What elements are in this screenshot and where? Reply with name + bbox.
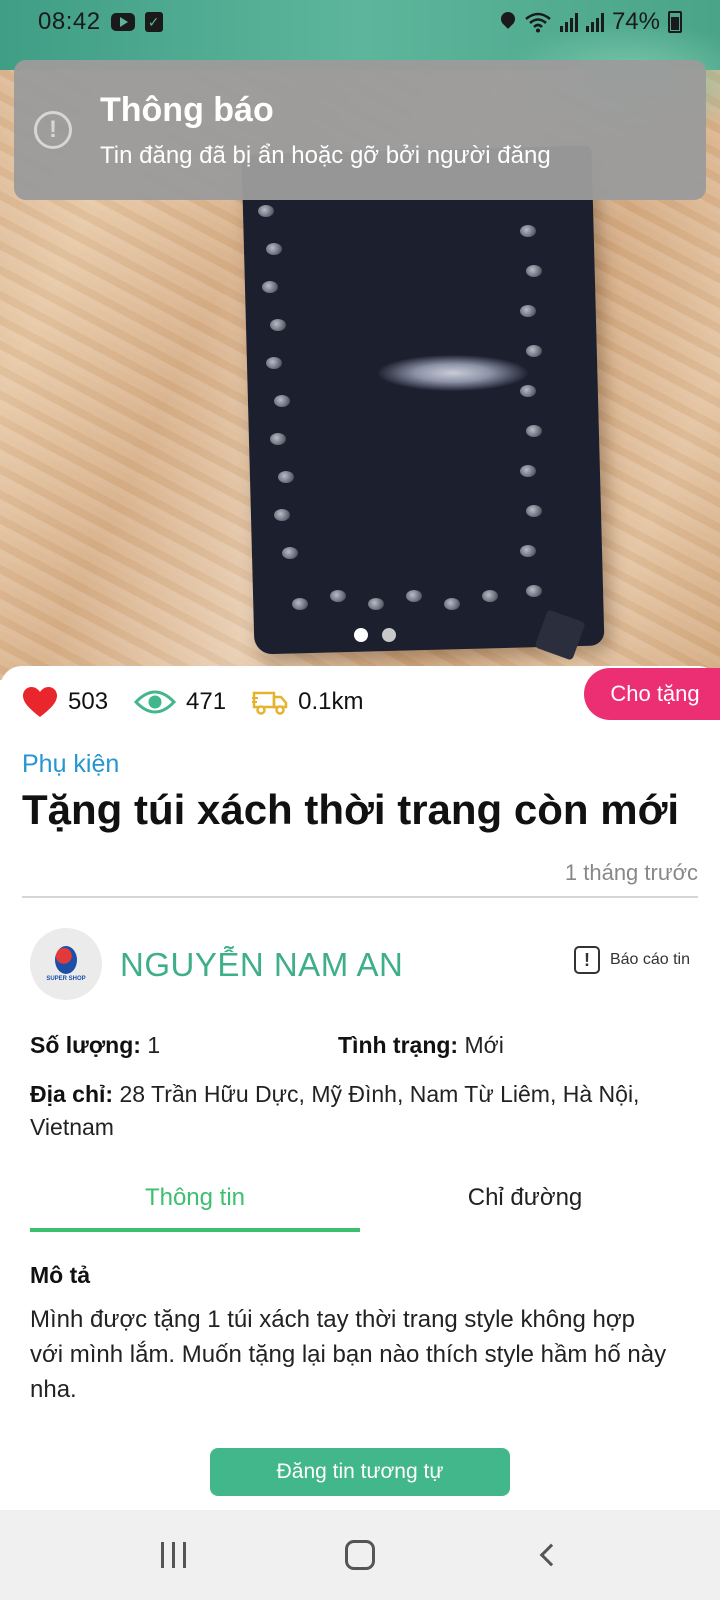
stud-decoration	[526, 265, 542, 277]
stud-decoration	[292, 598, 308, 610]
stud-decoration	[520, 305, 536, 317]
stud-decoration	[520, 225, 536, 237]
status-right: 74%	[500, 8, 682, 36]
system-nav-bar	[0, 1510, 720, 1600]
toast-message: Tin đăng đã bị ẩn hoặc gỡ bởi người đăng	[100, 141, 551, 169]
stud-decoration	[526, 585, 542, 597]
description-heading: Mô tả	[30, 1262, 91, 1288]
carousel-dot-2[interactable]	[382, 628, 396, 642]
address-row: Địa chỉ: 28 Trần Hữu Dực, Mỹ Đình, Nam T…	[30, 1078, 700, 1144]
stud-decoration	[266, 243, 282, 255]
views-count: 471	[186, 688, 227, 715]
carousel-indicator	[0, 628, 720, 642]
home-button[interactable]	[330, 1535, 390, 1575]
signal-icon	[585, 12, 604, 32]
stud-decoration	[368, 598, 384, 610]
recents-button[interactable]	[143, 1535, 203, 1575]
signal-icon	[559, 12, 578, 32]
carousel-dot-1[interactable]	[354, 628, 368, 642]
heart-icon	[23, 687, 57, 717]
address-value: 28 Trần Hữu Dực, Mỹ Đình, Nam Từ Liêm, H…	[30, 1081, 640, 1140]
stud-decoration	[526, 505, 542, 517]
report-icon: !	[573, 946, 600, 974]
stud-decoration	[406, 590, 422, 602]
stud-decoration	[520, 545, 536, 557]
description-text: Mình được tặng 1 túi xách tay thời trang…	[30, 1306, 667, 1403]
notification-toast[interactable]: ! Thông báo Tin đăng đã bị ẩn hoặc gỡ bở…	[14, 60, 706, 200]
stud-decoration	[270, 433, 286, 445]
stud-decoration	[282, 547, 298, 559]
back-button[interactable]	[517, 1535, 577, 1575]
giveaway-badge: Cho tặng	[584, 668, 720, 720]
address-label: Địa chỉ:	[30, 1081, 114, 1107]
toast-body: Thông báo Tin đăng đã bị ẩn hoặc gỡ bởi …	[100, 91, 551, 170]
condition-value: Mới	[464, 1032, 504, 1058]
stud-decoration	[274, 395, 290, 407]
eye-icon	[134, 690, 177, 714]
divider	[22, 896, 698, 898]
stud-decoration	[274, 509, 290, 521]
wifi-icon	[525, 12, 551, 33]
tab-directions[interactable]: Chỉ đường	[360, 1174, 690, 1232]
battery-percent: 74%	[611, 8, 660, 35]
youtube-icon	[110, 13, 135, 31]
post-category-link[interactable]: Phụ kiện	[22, 750, 119, 779]
stud-decoration	[520, 385, 536, 397]
stud-decoration	[258, 205, 274, 217]
seller-avatar[interactable]: SUPER SHOP	[30, 928, 102, 1000]
handbag-illustration	[241, 145, 605, 655]
stud-decoration	[520, 465, 536, 477]
condition-row: Tình trạng: Mới	[338, 1032, 504, 1059]
status-bar: 08:42 ✓ 74%	[0, 0, 720, 44]
tab-info[interactable]: Thông tin	[30, 1174, 360, 1232]
stud-decoration	[270, 319, 286, 331]
seller-name[interactable]: NGUYỄN NAM AN	[120, 946, 403, 984]
distance-stat: 0.1km	[252, 688, 363, 716]
delivery-truck-icon	[252, 691, 288, 715]
toast-title: Thông báo	[100, 90, 274, 129]
quantity-label: Số lượng:	[30, 1032, 141, 1058]
stud-decoration	[482, 590, 498, 602]
location-icon	[500, 12, 516, 32]
stud-decoration	[526, 345, 542, 357]
home-icon	[344, 1540, 375, 1570]
detail-tabs: Thông tin Chỉ đường	[30, 1174, 690, 1232]
shop-logo-icon	[55, 946, 77, 974]
quantity-row: Số lượng: 1	[30, 1032, 160, 1059]
post-time-ago: 1 tháng trước	[564, 860, 698, 885]
post-stats: 503 471 0.1km	[22, 686, 389, 718]
stud-decoration	[278, 471, 294, 483]
condition-label: Tình trạng:	[338, 1032, 459, 1058]
distance-value: 0.1km	[298, 688, 364, 715]
report-post-button[interactable]: ! Báo cáo tin	[573, 946, 690, 974]
stud-decoration	[526, 425, 542, 437]
shop-logo-text: SUPER SHOP	[46, 976, 86, 982]
battery-icon	[668, 11, 682, 33]
stud-decoration	[444, 598, 460, 610]
status-time: 08:42	[38, 8, 101, 35]
stud-decoration	[262, 281, 278, 293]
post-similar-button[interactable]: Đăng tin tương tự	[210, 1448, 510, 1496]
report-label: Báo cáo tin	[609, 951, 690, 968]
views-stat: 471	[134, 688, 226, 716]
stud-decoration	[266, 357, 282, 369]
post-title: Tặng túi xách thời trang còn mới	[22, 786, 680, 833]
recents-icon	[160, 1542, 186, 1568]
checkbox-icon: ✓	[144, 12, 163, 32]
likes-count: 503	[68, 688, 109, 715]
back-icon	[539, 1543, 562, 1567]
post-detail-sheet: 503 471 0.1km Cho tặng Phụ kiện Tặng túi…	[0, 666, 720, 1516]
quantity-value: 1	[147, 1032, 161, 1058]
likes-stat[interactable]: 503	[22, 686, 108, 718]
handbag-emblem	[378, 355, 528, 391]
stud-decoration	[330, 590, 346, 602]
exclamation-circle-icon: !	[34, 111, 72, 149]
